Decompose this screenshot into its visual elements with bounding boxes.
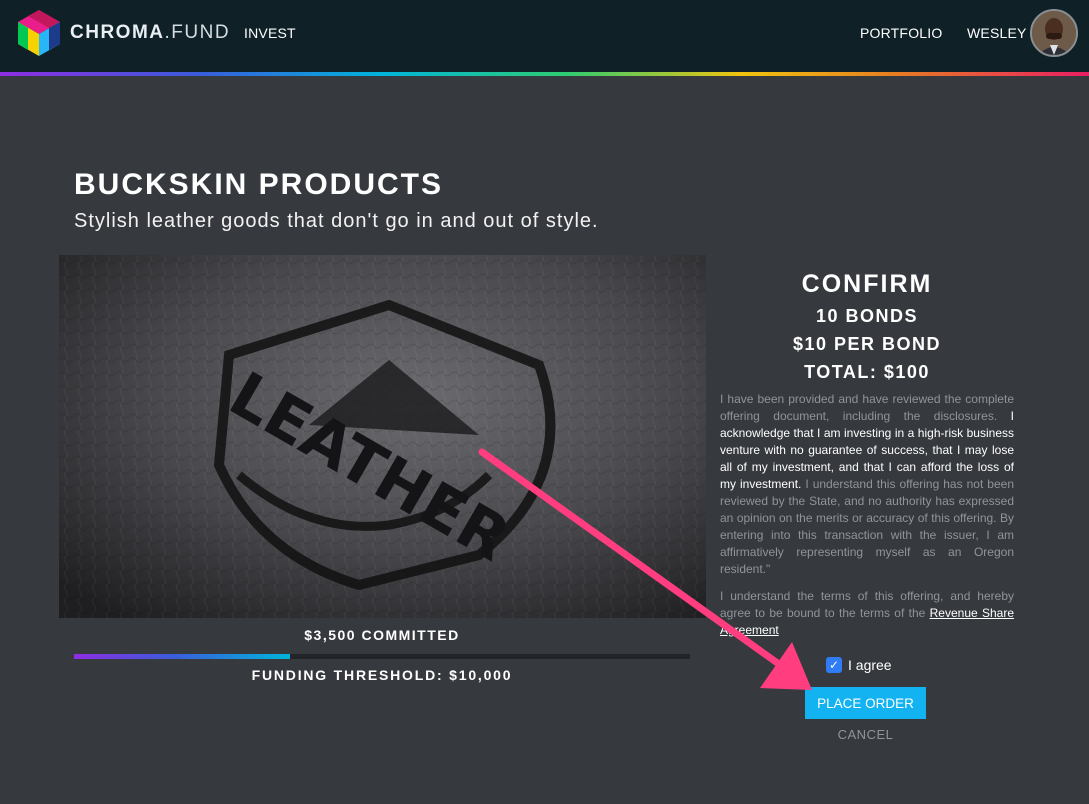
- nav-portfolio-link[interactable]: PORTFOLIO: [860, 25, 942, 41]
- confirm-panel: CONFIRM 10 BONDS $10 PER BOND TOTAL: $10…: [720, 270, 1014, 639]
- offering-hero-image: LEATHER: [59, 255, 706, 618]
- terms-statement: I understand the terms of this offering,…: [720, 588, 1014, 639]
- check-icon: ✓: [828, 658, 840, 672]
- offering-subtitle: Stylish leather goods that don't go in a…: [74, 210, 599, 232]
- place-order-button[interactable]: PLACE ORDER: [805, 687, 926, 719]
- rainbow-divider: [0, 72, 1089, 76]
- nav-invest-link[interactable]: INVEST: [244, 25, 296, 41]
- funding-progress-bar: [74, 654, 690, 659]
- legal-text-2: I understand this offering has not been …: [720, 477, 1014, 576]
- committed-amount: $3,500 COMMITTED: [304, 627, 460, 643]
- legal-text-1: I have been provided and have reviewed t…: [720, 392, 1014, 423]
- cancel-link[interactable]: CANCEL: [805, 727, 926, 742]
- funding-progress-fill: [74, 654, 290, 659]
- agree-checkbox[interactable]: ✓: [826, 657, 842, 673]
- brand-suffix: .FUND: [164, 22, 231, 43]
- chroma-cube-logo-icon[interactable]: [16, 8, 62, 58]
- funding-threshold: FUNDING THRESHOLD: $10,000: [251, 667, 513, 683]
- avatar-portrait-icon: [1032, 11, 1076, 55]
- price-per-bond: $10 PER BOND: [792, 334, 942, 354]
- user-avatar[interactable]: [1030, 9, 1078, 57]
- agree-label: I agree: [848, 657, 892, 673]
- top-navbar: CHROMA.FUND INVEST PORTFOLIO WESLEY: [0, 0, 1089, 72]
- confirm-title: CONFIRM: [801, 270, 933, 298]
- brand-name[interactable]: CHROMA.FUND: [70, 22, 230, 44]
- bond-count: 10 BONDS: [815, 306, 919, 326]
- legal-disclaimer: I have been provided and have reviewed t…: [720, 391, 1014, 578]
- brand-prefix: CHROMA: [70, 22, 165, 43]
- order-total: TOTAL: $100: [804, 362, 930, 382]
- nav-user-link[interactable]: WESLEY: [967, 25, 1027, 41]
- agree-checkbox-row[interactable]: ✓ I agree: [826, 657, 892, 673]
- offering-title: BUCKSKIN PRODUCTS: [74, 168, 444, 201]
